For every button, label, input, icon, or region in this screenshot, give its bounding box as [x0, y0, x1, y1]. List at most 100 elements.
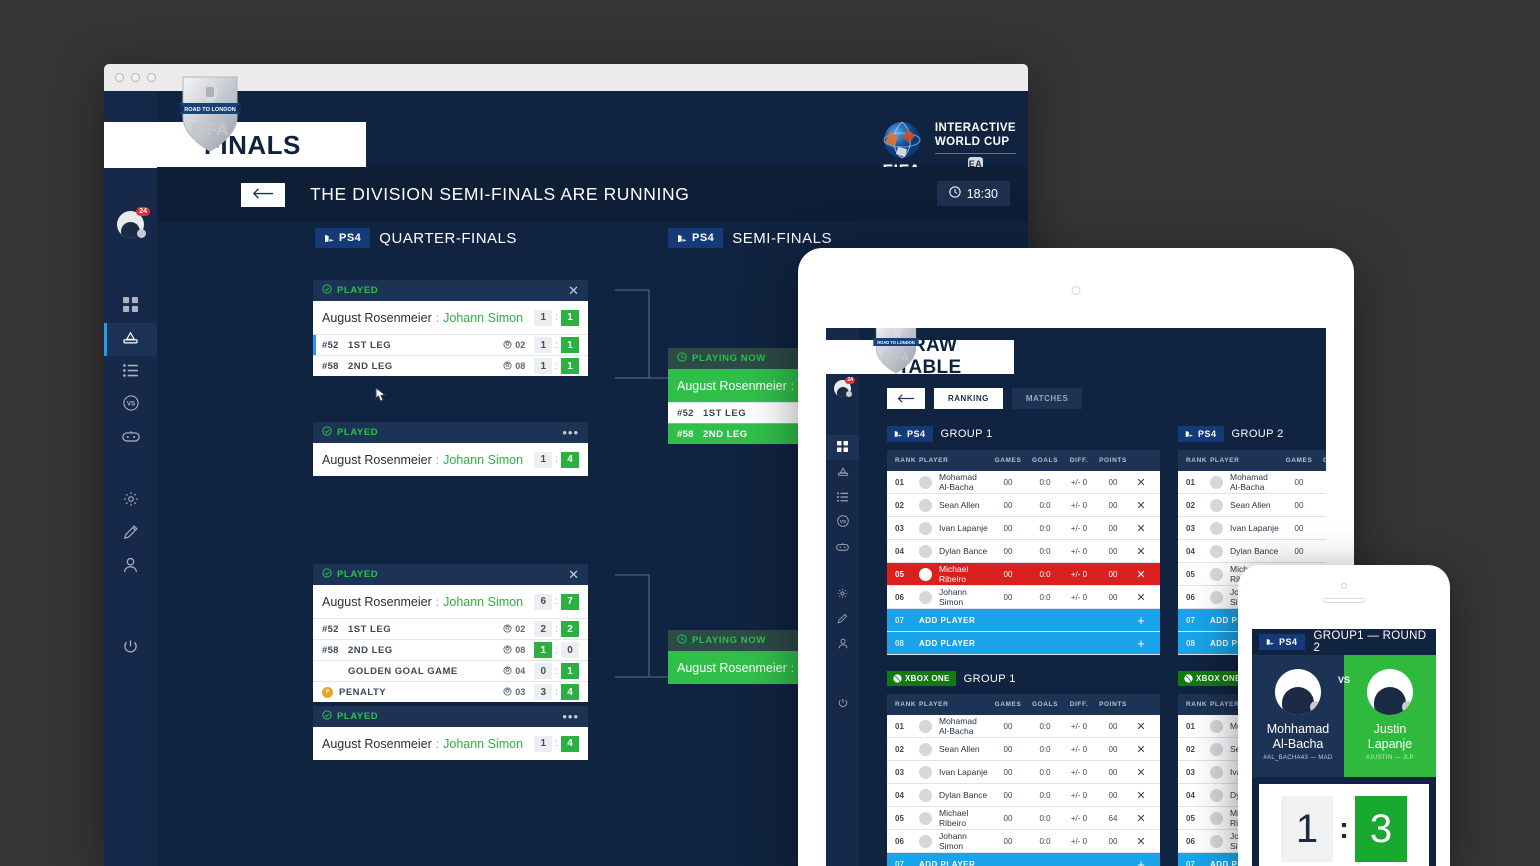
- table-row[interactable]: 04Dylan Bance000:0+/- 000✕: [887, 540, 1160, 563]
- xbox-platform-tag: XBOX ONE: [887, 671, 956, 686]
- sidebar-item-edit[interactable]: [826, 607, 859, 632]
- rank: 07: [1186, 859, 1195, 866]
- plus-icon[interactable]: +: [1130, 857, 1152, 866]
- remove-icon[interactable]: ✕: [1130, 591, 1152, 604]
- match-card[interactable]: PLAYED ••• August Rosenmeier : Johann Si…: [313, 422, 588, 476]
- remove-icon[interactable]: ✕: [1130, 835, 1152, 848]
- table-row[interactable]: 02Sean Allen000:0+/- 000✕: [887, 738, 1160, 761]
- more-icon[interactable]: •••: [562, 710, 579, 723]
- table-row[interactable]: 01Mohamad Al-Bacha000:0+/- 000✕: [887, 471, 1160, 494]
- sidebar-item-profile[interactable]: [104, 551, 157, 584]
- player-card-left[interactable]: Mohhamad Al-Bacha #AL_BACHA43 — MAD: [1252, 655, 1344, 777]
- table-row[interactable]: 06 Johann Simon 00 0:0 +/- 0 00 ✕: [887, 830, 1160, 853]
- sidebar-item-logout[interactable]: [104, 632, 157, 665]
- match-card[interactable]: PLAYED ✕ August Rosenmeier : Johann Simo…: [313, 280, 588, 376]
- match-leg-row[interactable]: #52 1ST LEG 02 2 : 2: [313, 618, 588, 639]
- col-points: POINTS: [1099, 457, 1127, 464]
- match-leg-row[interactable]: #58 2ND LEG 08 1 : 0: [313, 639, 588, 660]
- plus-icon[interactable]: +: [1130, 613, 1152, 628]
- add-player-row[interactable]: 08 ADD PLAYER +: [887, 632, 1160, 655]
- window-maximize-button[interactable]: [147, 73, 156, 82]
- sidebar-item-matches[interactable]: VS: [826, 510, 859, 535]
- add-player-row[interactable]: 07 ADD PLAYER +: [887, 853, 1160, 866]
- iwc-line1: INTERACTIVE: [934, 121, 1016, 134]
- table-row[interactable]: 02Sean Allen000:0+/- 000✕: [887, 494, 1160, 517]
- sidebar-item-standings[interactable]: [826, 485, 859, 510]
- sidebar-item-matches[interactable]: VS: [104, 389, 157, 422]
- sidebar-item-games[interactable]: [826, 535, 859, 560]
- remove-icon[interactable]: ✕: [1130, 522, 1152, 535]
- leg-score-left: 0: [534, 663, 553, 679]
- sidebar-item-tournaments[interactable]: [826, 460, 859, 485]
- sidebar-item-dashboard[interactable]: [104, 290, 157, 323]
- match-card[interactable]: PLAYED ••• August Rosenmeier : Johann Si…: [313, 706, 588, 760]
- tab-matches[interactable]: MATCHES: [1011, 388, 1083, 409]
- table-row[interactable]: 03Ivan Lapanje000:0+/- 000✕: [887, 761, 1160, 784]
- sidebar-item-settings[interactable]: [826, 582, 859, 607]
- sidebar-item-tournaments[interactable]: [104, 323, 157, 356]
- sidebar-item-standings[interactable]: [104, 356, 157, 389]
- avatar: [919, 544, 932, 558]
- status-badge: PLAYING NOW: [677, 352, 766, 365]
- match-card[interactable]: PLAYED ✕ August Rosenmeier : Johann Simo…: [313, 564, 588, 702]
- leg-label: 1ST LEG: [703, 407, 747, 419]
- table-row[interactable]: 02Sean Allen000:0+/- 000✕: [1178, 494, 1326, 517]
- plus-icon[interactable]: +: [1130, 636, 1152, 651]
- remove-icon[interactable]: ✕: [1130, 568, 1152, 581]
- player-tag: #AL_BACHA43 — MAD: [1263, 754, 1333, 761]
- remove-icon[interactable]: ✕: [1130, 766, 1152, 779]
- table-row[interactable]: 04Dylan Bance000:0+/- 000✕: [1178, 540, 1326, 563]
- avatar[interactable]: 24: [834, 377, 855, 397]
- table-row[interactable]: 03Ivan Lapanje000:0+/- 000✕: [1178, 517, 1326, 540]
- games: 00: [1003, 592, 1013, 602]
- remove-icon[interactable]: ✕: [1130, 499, 1152, 512]
- rank: 06: [1186, 836, 1195, 846]
- table-row[interactable]: 06 Johann Simon 00 0:0 +/- 0 00 ✕: [887, 586, 1160, 609]
- status-label: PLAYED: [337, 711, 379, 722]
- match-leg-row[interactable]: P PENALTY 03 3 : 4: [313, 681, 588, 702]
- close-icon[interactable]: ✕: [568, 284, 579, 297]
- table-row[interactable]: 03Ivan Lapanje000:0+/- 000✕: [887, 517, 1160, 540]
- close-icon[interactable]: ✕: [568, 568, 579, 581]
- player-name: Mohamad Al-Bacha: [1230, 472, 1268, 492]
- remove-icon[interactable]: ✕: [1130, 476, 1152, 489]
- diff: +/- 0: [1070, 500, 1088, 510]
- table-row[interactable]: 05 Michael Ribeiro 00 0:0 +/- 0 00 ✕: [887, 563, 1160, 586]
- remove-icon[interactable]: ✕: [1130, 545, 1152, 558]
- points: 00: [1108, 790, 1118, 800]
- sidebar-item-edit[interactable]: [104, 518, 157, 551]
- rank: 03: [895, 523, 904, 533]
- sidebar-item-settings[interactable]: [104, 485, 157, 518]
- svg-text:VS: VS: [839, 519, 845, 524]
- match-leg-row[interactable]: #52 1ST LEG 02 1 : 1: [313, 334, 588, 355]
- table-row[interactable]: 01Mohamad Al-Bacha000:0+/- 000✕: [887, 715, 1160, 738]
- add-player-row[interactable]: 07 ADD PLAYER +: [887, 609, 1160, 632]
- window-minimize-button[interactable]: [131, 73, 140, 82]
- add-player-label: ADD PLAYER: [919, 615, 976, 625]
- sidebar-item-games[interactable]: [104, 422, 157, 455]
- back-button[interactable]: [241, 182, 285, 207]
- remove-icon[interactable]: ✕: [1130, 743, 1152, 756]
- col-player: PLAYER: [1210, 457, 1240, 464]
- tab-ranking[interactable]: RANKING: [934, 388, 1003, 409]
- back-button[interactable]: [887, 388, 925, 409]
- avatar[interactable]: 24: [117, 207, 150, 238]
- table-row[interactable]: 01Mohamad Al-Bacha000:0+/- 000✕: [1178, 471, 1326, 494]
- leg-minute: 03: [503, 686, 525, 698]
- sidebar-item-logout[interactable]: [826, 691, 859, 716]
- table-row[interactable]: 04Dylan Bance000:0+/- 000✕: [887, 784, 1160, 807]
- remove-icon[interactable]: ✕: [1130, 720, 1152, 733]
- window-close-button[interactable]: [115, 73, 124, 82]
- table-row[interactable]: 05 Michael Ribeiro 00 0:0 +/- 0 64 ✕: [887, 807, 1160, 830]
- diff: +/- 0: [1070, 569, 1088, 579]
- match-leg-row[interactable]: #58 2ND LEG 08 1 : 1: [313, 355, 588, 376]
- sidebar-item-profile[interactable]: [826, 632, 859, 657]
- player-name: Dylan Bance: [1230, 546, 1279, 556]
- match-card-header: PLAYED •••: [313, 706, 588, 727]
- player-card-right[interactable]: Justin Lapanje #JUSTIN — JLP: [1344, 655, 1436, 777]
- remove-icon[interactable]: ✕: [1130, 812, 1152, 825]
- remove-icon[interactable]: ✕: [1130, 789, 1152, 802]
- more-icon[interactable]: •••: [562, 426, 579, 439]
- sidebar-item-dashboard[interactable]: [826, 435, 859, 460]
- match-leg-row[interactable]: GOLDEN GOAL GAME 04 0 : 1: [313, 660, 588, 681]
